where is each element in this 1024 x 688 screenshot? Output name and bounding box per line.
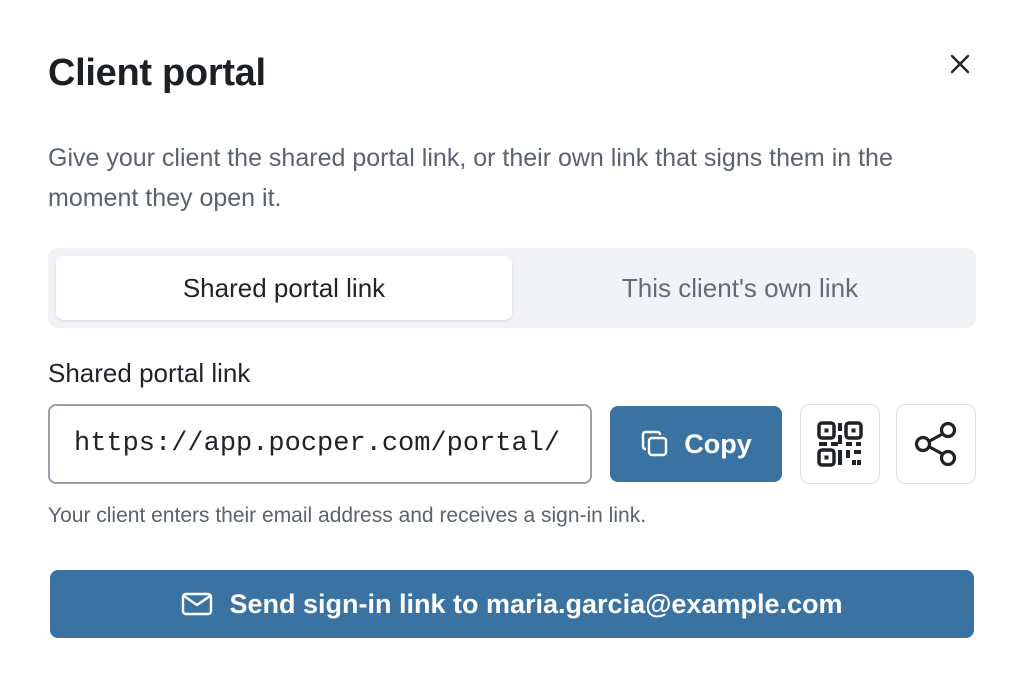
copy-button-label: Copy	[684, 428, 752, 459]
qr-code-button[interactable]	[800, 404, 880, 484]
share-icon	[911, 419, 961, 469]
portal-link-input[interactable]	[48, 404, 592, 484]
send-button-label: Send sign-in link to maria.garcia@exampl…	[229, 588, 843, 619]
dialog-description: Give your client the shared portal link,…	[48, 144, 893, 212]
link-field-label: Shared portal link	[48, 358, 251, 388]
close-button[interactable]	[940, 44, 980, 84]
link-hint-text: Your client enters their email address a…	[48, 504, 647, 527]
dialog-title: Client portal	[48, 52, 266, 94]
qr-code-icon	[816, 420, 864, 468]
copy-button[interactable]: Copy	[610, 406, 782, 482]
tab-client-own-link[interactable]: This client's own link	[512, 256, 968, 320]
link-type-tabs: Shared portal link This client's own lin…	[48, 248, 976, 328]
copy-icon	[640, 429, 670, 459]
tab-shared-portal-link[interactable]: Shared portal link	[56, 256, 512, 320]
close-icon	[948, 52, 972, 76]
share-button[interactable]	[896, 404, 976, 484]
send-sign-in-link-button[interactable]: Send sign-in link to maria.garcia@exampl…	[50, 570, 974, 638]
mail-icon	[181, 591, 213, 617]
client-portal-dialog: Client portal Give your client the share…	[0, 0, 1024, 688]
